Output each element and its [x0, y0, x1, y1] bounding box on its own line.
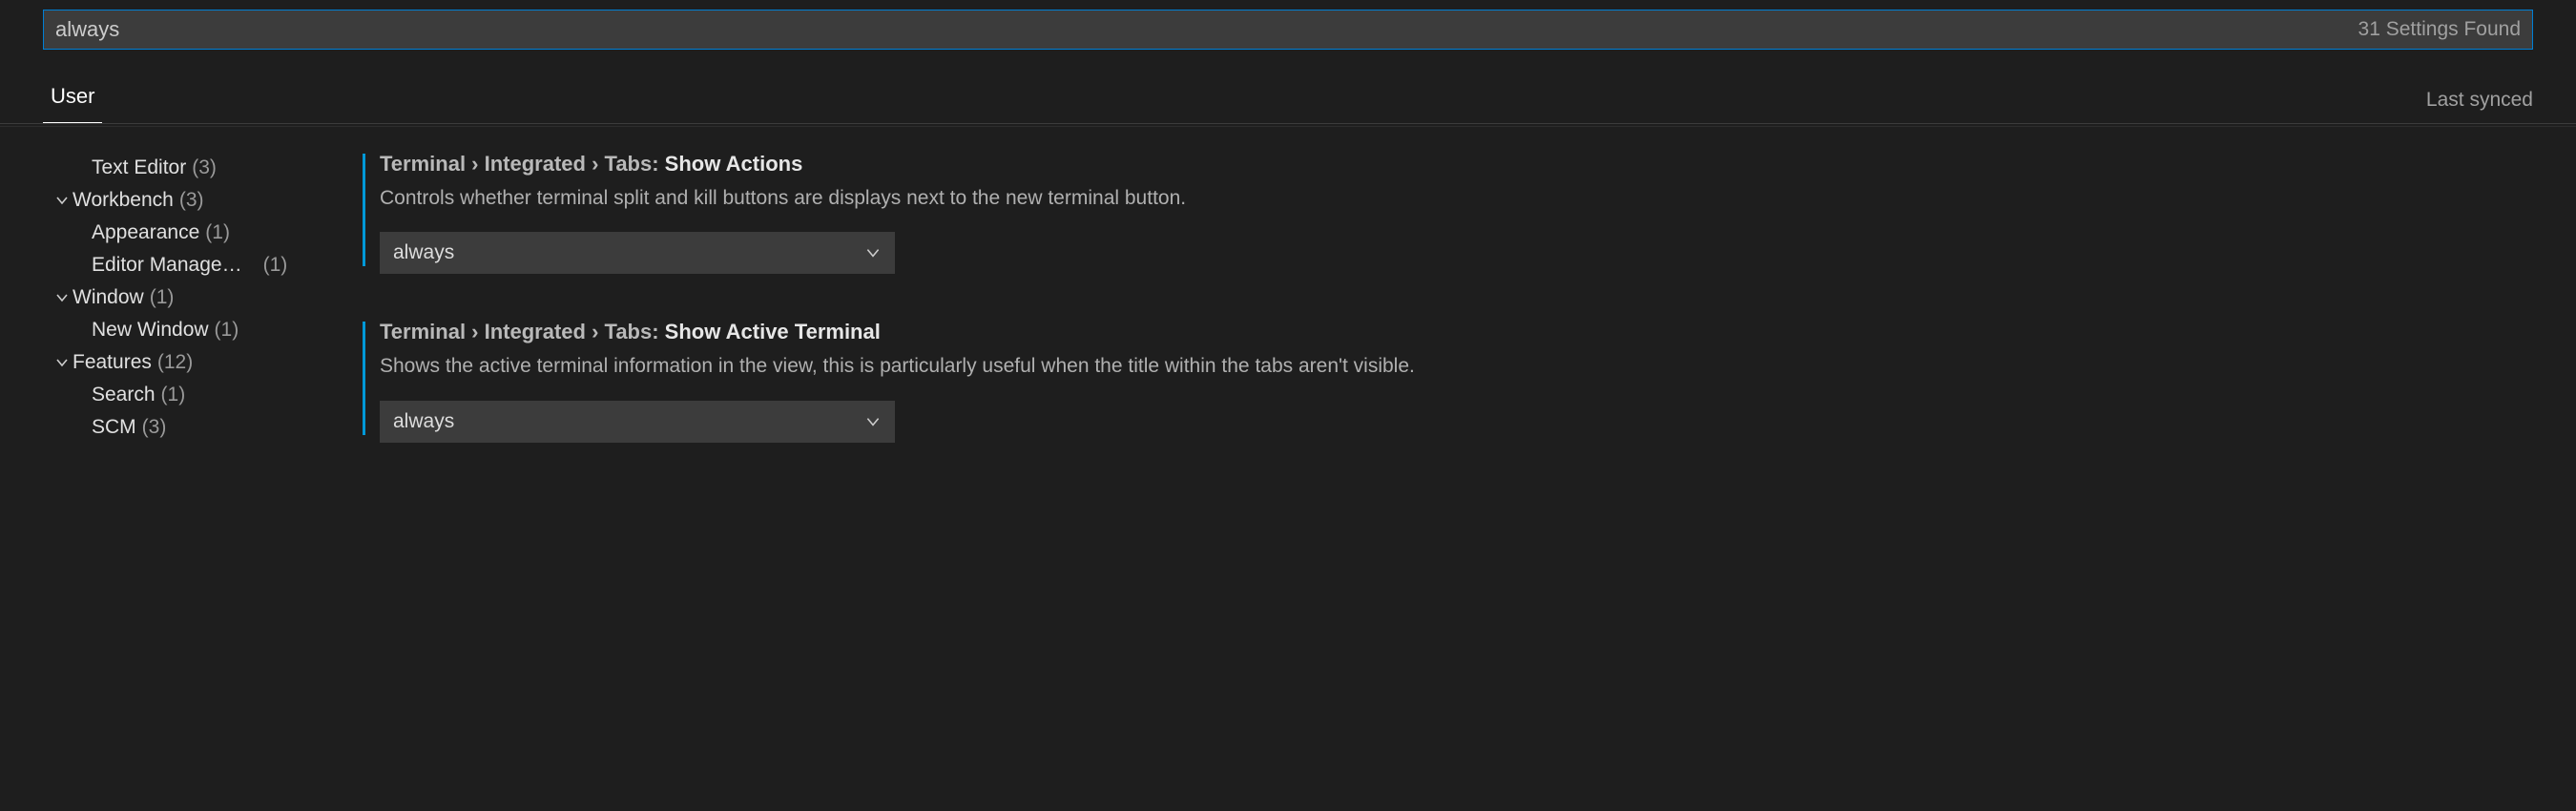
toc-count: (1): [215, 319, 239, 342]
toc-count: (3): [179, 189, 204, 212]
setting-select-show-actions[interactable]: always: [380, 232, 895, 274]
modified-indicator: [363, 154, 365, 266]
setting-select-show-active-terminal[interactable]: always: [380, 401, 895, 443]
toc-appearance[interactable]: Appearance (1): [52, 217, 363, 249]
toc-count: (3): [192, 156, 217, 179]
settings-body: Text Editor (3) Workbench (3) Appearance…: [0, 126, 2576, 489]
toc-count: (12): [157, 351, 193, 374]
chevron-down-icon: [52, 290, 73, 305]
setting-terminal-tabs-show-actions: Terminal › Integrated › Tabs: Show Actio…: [363, 152, 2538, 274]
toc-label: Search: [92, 384, 156, 406]
settings-search-box[interactable]: 31 Settings Found: [43, 10, 2533, 50]
toc-scm[interactable]: SCM (3): [52, 411, 363, 444]
toc-editor-management[interactable]: Editor Manage… (1): [52, 249, 363, 281]
toc-features[interactable]: Features (12): [52, 346, 363, 379]
settings-toc: Text Editor (3) Workbench (3) Appearance…: [0, 152, 363, 489]
settings-sync-status[interactable]: Last synced: [2426, 89, 2533, 123]
select-value: always: [393, 241, 454, 264]
settings-content: Terminal › Integrated › Tabs: Show Actio…: [363, 152, 2576, 489]
settings-search-result-count: 31 Settings Found: [2343, 18, 2521, 41]
tab-user[interactable]: User: [43, 74, 102, 123]
settings-search-input[interactable]: [55, 10, 2343, 49]
toc-label: Editor Manage…: [92, 254, 242, 277]
setting-title: Terminal › Integrated › Tabs: Show Activ…: [380, 320, 2538, 344]
toc-count: (1): [263, 254, 288, 277]
toc-label: Text Editor: [92, 156, 186, 179]
chevron-down-icon: [864, 244, 882, 261]
setting-description: Shows the active terminal information in…: [380, 352, 2538, 381]
setting-terminal-tabs-show-active-terminal: Terminal › Integrated › Tabs: Show Activ…: [363, 320, 2538, 442]
modified-indicator: [363, 322, 365, 434]
toc-label: SCM: [92, 416, 136, 439]
toc-label: Appearance: [92, 221, 199, 244]
search-row: 31 Settings Found: [0, 0, 2576, 55]
setting-title-path: Terminal › Integrated › Tabs:: [380, 320, 665, 343]
toc-label: Features: [73, 351, 152, 374]
chevron-down-icon: [864, 413, 882, 430]
toc-count: (3): [142, 416, 167, 439]
setting-title-path: Terminal › Integrated › Tabs:: [380, 152, 665, 176]
select-value: always: [393, 410, 454, 433]
toc-text-editor[interactable]: Text Editor (3): [52, 152, 363, 184]
toc-count: (1): [161, 384, 186, 406]
toc-window[interactable]: Window (1): [52, 281, 363, 314]
toc-new-window[interactable]: New Window (1): [52, 314, 363, 346]
chevron-down-icon: [52, 355, 73, 370]
toc-workbench[interactable]: Workbench (3): [52, 184, 363, 217]
toc-label: Workbench: [73, 189, 174, 212]
chevron-down-icon: [52, 193, 73, 208]
setting-description: Controls whether terminal split and kill…: [380, 184, 2538, 213]
toc-label: Window: [73, 286, 144, 309]
toc-count: (1): [150, 286, 175, 309]
toc-label: New Window: [92, 319, 209, 342]
toc-search[interactable]: Search (1): [52, 379, 363, 411]
setting-title: Terminal › Integrated › Tabs: Show Actio…: [380, 152, 2538, 177]
setting-title-leaf: Show Actions: [665, 152, 803, 176]
setting-title-leaf: Show Active Terminal: [665, 320, 881, 343]
toc-count: (1): [205, 221, 230, 244]
settings-tabs-row: User Last synced: [0, 55, 2576, 124]
